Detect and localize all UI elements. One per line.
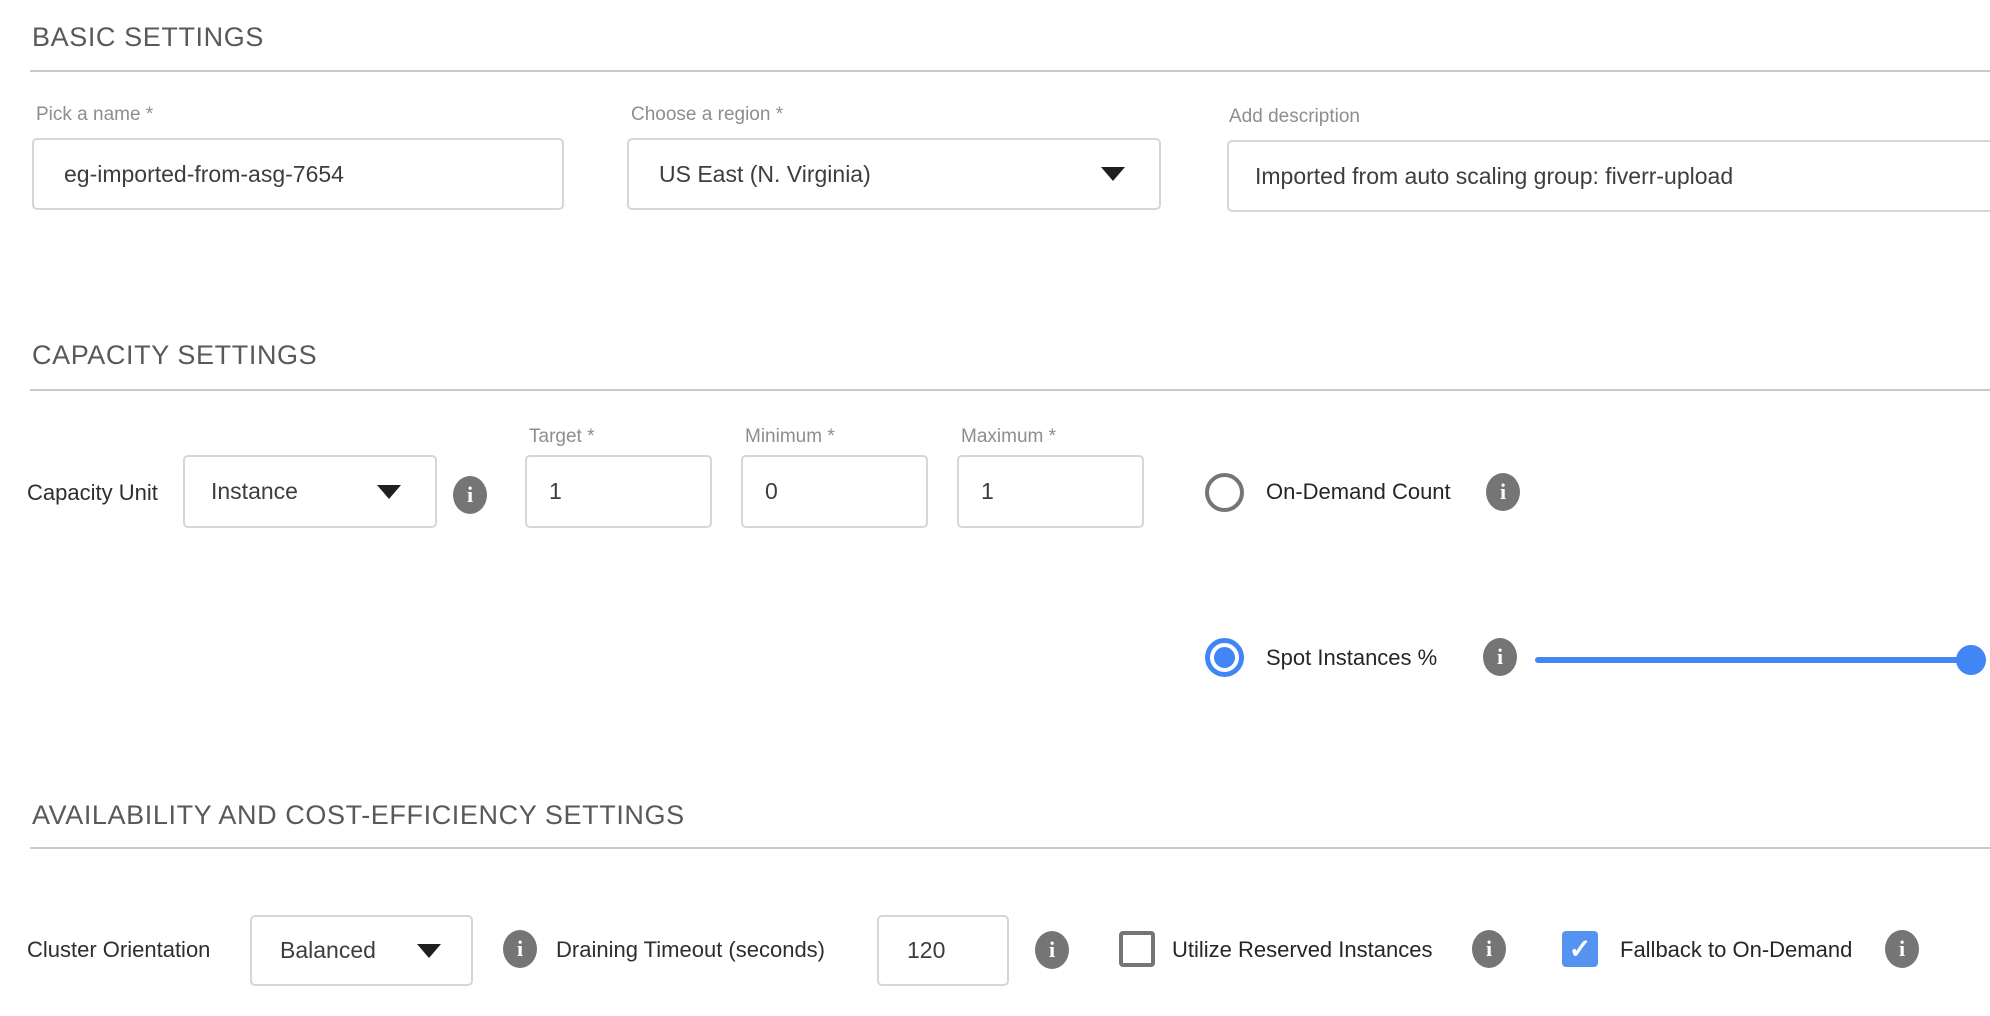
on-demand-count-radio[interactable] (1205, 473, 1244, 512)
choose-a-region-label: Choose a region * (631, 104, 783, 126)
description-input[interactable] (1227, 140, 1990, 212)
on-demand-count-info-icon[interactable]: i (1486, 473, 1520, 511)
minimum-input[interactable] (741, 455, 928, 528)
minimum-label: Minimum * (745, 426, 835, 448)
capacity-unit-select-value: Instance (211, 478, 298, 505)
region-select-value: US East (N. Virginia) (659, 161, 871, 188)
capacity-settings-title: CAPACITY SETTINGS (32, 340, 317, 371)
target-label: Target * (529, 426, 594, 448)
draining-timeout-label: Draining Timeout (seconds) (556, 937, 825, 963)
basic-settings-divider (30, 70, 1990, 72)
availability-settings-divider (30, 847, 1990, 849)
cluster-orientation-select-value: Balanced (280, 937, 376, 964)
target-input[interactable] (525, 455, 712, 528)
utilize-reserved-instances-checkbox[interactable] (1119, 931, 1155, 967)
pick-a-name-input[interactable] (32, 138, 564, 210)
draining-timeout-input[interactable] (877, 915, 1009, 986)
capacity-settings-divider (30, 389, 1990, 391)
spot-instances-label: Spot Instances % (1266, 645, 1437, 671)
capacity-unit-info-icon[interactable]: i (453, 476, 487, 514)
maximum-input[interactable] (957, 455, 1144, 528)
add-description-label: Add description (1229, 106, 1360, 128)
chevron-down-icon (417, 944, 441, 958)
fallback-to-on-demand-checkbox[interactable]: ✓ (1562, 931, 1598, 967)
on-demand-count-label: On-Demand Count (1266, 479, 1451, 505)
utilize-reserved-instances-label: Utilize Reserved Instances (1172, 937, 1432, 963)
fallback-to-on-demand-info-icon[interactable]: i (1885, 930, 1919, 968)
utilize-reserved-instances-info-icon[interactable]: i (1472, 930, 1506, 968)
pick-a-name-label: Pick a name * (36, 104, 153, 126)
check-icon: ✓ (1569, 934, 1592, 965)
capacity-unit-select[interactable]: Instance (183, 455, 437, 528)
cluster-orientation-label: Cluster Orientation (27, 937, 210, 963)
settings-form: BASIC SETTINGS Pick a name * Choose a re… (0, 0, 1990, 1016)
region-select[interactable]: US East (N. Virginia) (627, 138, 1161, 210)
spot-percentage-slider-thumb[interactable] (1956, 645, 1986, 675)
fallback-to-on-demand-label: Fallback to On-Demand (1620, 937, 1852, 963)
draining-timeout-info-icon[interactable]: i (1035, 931, 1069, 969)
spot-instances-radio[interactable] (1205, 638, 1244, 677)
cluster-orientation-info-icon[interactable]: i (503, 930, 537, 968)
spot-instances-info-icon[interactable]: i (1483, 638, 1517, 676)
spot-percentage-slider-track[interactable] (1535, 657, 1971, 663)
chevron-down-icon (1101, 167, 1125, 181)
capacity-unit-label: Capacity Unit (27, 480, 158, 506)
availability-settings-title: AVAILABILITY AND COST-EFFICIENCY SETTING… (32, 800, 685, 831)
basic-settings-title: BASIC SETTINGS (32, 22, 264, 53)
maximum-label: Maximum * (961, 426, 1056, 448)
cluster-orientation-select[interactable]: Balanced (250, 915, 473, 986)
chevron-down-icon (377, 485, 401, 499)
